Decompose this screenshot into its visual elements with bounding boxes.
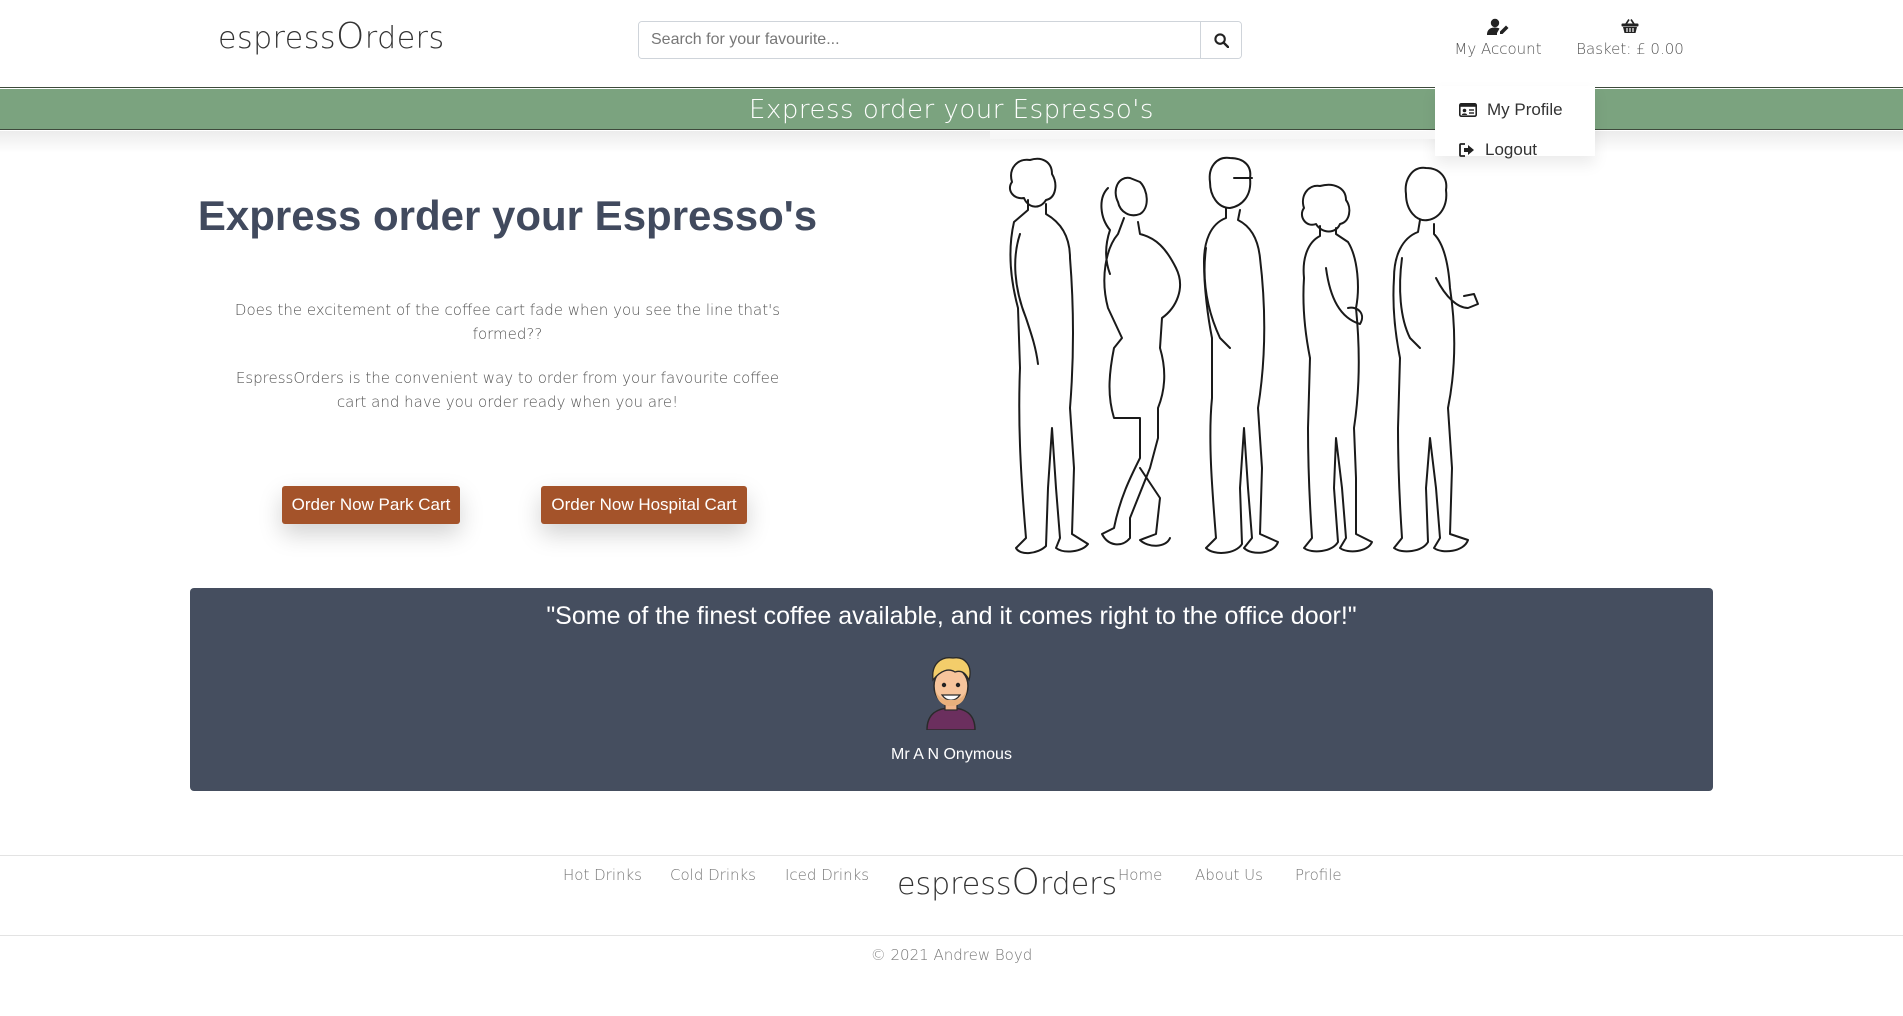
search-icon bbox=[1213, 32, 1229, 48]
footer-link-about-us[interactable]: About Us bbox=[1195, 866, 1263, 884]
person-figure bbox=[1300, 183, 1373, 553]
footer-link-hot-drinks[interactable]: Hot Drinks bbox=[563, 866, 642, 884]
person-figure bbox=[1392, 166, 1479, 553]
footer-link-profile[interactable]: Profile bbox=[1295, 866, 1342, 884]
basket-icon bbox=[1574, 18, 1686, 40]
testimonial-panel: "Some of the finest coffee available, an… bbox=[190, 588, 1713, 791]
footer-link-home[interactable]: Home bbox=[1118, 866, 1162, 884]
logo-text-suffix: rders bbox=[364, 21, 445, 56]
basket-link[interactable]: Basket: £ 0.00 bbox=[1574, 18, 1686, 58]
id-card-icon bbox=[1459, 103, 1477, 117]
order-hospital-cart-button[interactable]: Order Now Hospital Cart bbox=[541, 486, 747, 524]
search-input[interactable] bbox=[639, 22, 1200, 58]
footer-link-iced-drinks[interactable]: Iced Drinks bbox=[785, 866, 869, 884]
menu-item-label: My Profile bbox=[1487, 100, 1563, 119]
my-account-link[interactable]: My Account bbox=[1446, 18, 1550, 58]
hero-paragraph-1: Does the excitement of the coffee cart f… bbox=[234, 301, 781, 343]
testimonial-quote: "Some of the finest coffee available, an… bbox=[546, 602, 1357, 630]
promo-banner: Express order your Espresso's bbox=[0, 89, 1903, 130]
person-figure bbox=[1100, 176, 1181, 547]
testimonial-author: Mr A N Onymous bbox=[891, 746, 1012, 763]
footer-divider bbox=[0, 935, 1903, 936]
person-figure bbox=[1203, 156, 1279, 554]
hero-paragraph-2: EspressOrders is the convenient way to o… bbox=[235, 369, 780, 411]
hero-title: Express order your Espresso's bbox=[197, 192, 818, 239]
search-bar bbox=[638, 21, 1242, 59]
user-edit-icon bbox=[1446, 18, 1550, 40]
footer-logo[interactable]: espressOrders bbox=[897, 862, 1117, 903]
basket-total: Basket: £ 0.00 bbox=[1576, 40, 1684, 58]
logo-text-o: O bbox=[336, 16, 365, 57]
avatar bbox=[926, 657, 976, 730]
queue-illustration bbox=[1008, 156, 1479, 554]
order-park-cart-button[interactable]: Order Now Park Cart bbox=[282, 486, 460, 524]
banner-shadow bbox=[0, 131, 1903, 153]
footer-logo-suffix: rders bbox=[1039, 867, 1118, 902]
menu-item-my-profile[interactable]: My Profile bbox=[1435, 90, 1595, 130]
person-figure bbox=[1008, 157, 1089, 554]
footer-link-cold-drinks[interactable]: Cold Drinks bbox=[670, 866, 756, 884]
footer-logo-o: O bbox=[1011, 862, 1040, 903]
search-button[interactable] bbox=[1200, 22, 1241, 58]
site-header: espressOrders My Account Basket: £ 0.00 bbox=[0, 0, 1903, 88]
site-logo[interactable]: espressOrders bbox=[218, 16, 445, 57]
logo-text-prefix: espress bbox=[218, 21, 337, 56]
footer-divider bbox=[0, 855, 1903, 856]
my-account-label: My Account bbox=[1454, 40, 1542, 58]
footer-logo-prefix: espress bbox=[897, 867, 1012, 902]
copyright-text: © 2021 Andrew Boyd bbox=[870, 946, 1033, 964]
banner-text: Express order your Espresso's bbox=[749, 95, 1154, 125]
